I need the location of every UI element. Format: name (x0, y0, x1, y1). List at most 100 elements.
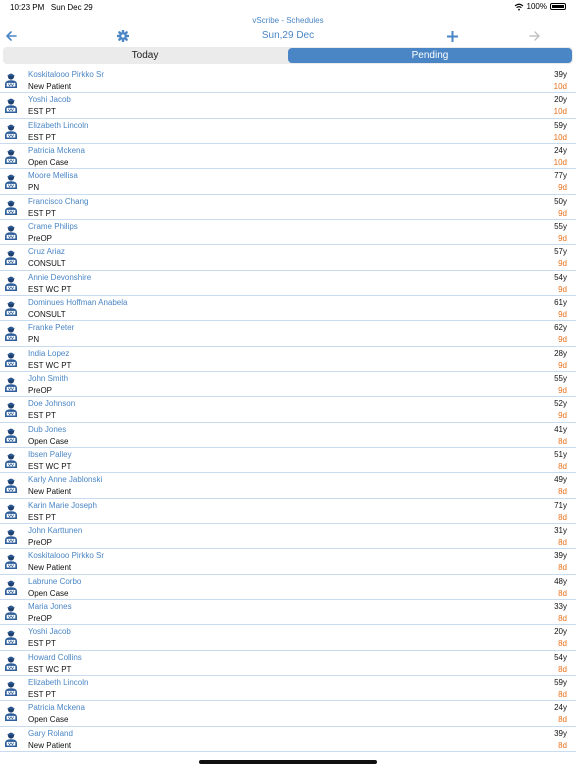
patient-avatar-icon (4, 428, 18, 443)
patient-row[interactable]: Ibsen Palley EST WC PT 51y 8d (0, 448, 576, 474)
patient-row[interactable]: Doe Johnson EST PT 52y 9d (0, 397, 576, 423)
gear-icon (117, 30, 129, 42)
patient-age: 57y (554, 247, 567, 257)
patient-age: 24y (554, 145, 567, 155)
days-pending: 8d (558, 689, 567, 699)
status-bar: 10:23 PM Sun Dec 29 100% (0, 0, 576, 14)
visit-type: PN (28, 335, 40, 345)
patient-row[interactable]: Yoshi Jacob EST PT 20y 10d (0, 93, 576, 119)
visit-type: EST WC PT (28, 284, 72, 294)
visit-type: New Patient (28, 740, 72, 750)
days-pending: 8d (558, 715, 567, 725)
patient-row[interactable]: Cruz Ariaz CONSULT 57y 9d (0, 245, 576, 271)
patient-age: 61y (554, 297, 567, 307)
patient-name: Doe Johnson (28, 399, 76, 409)
days-pending: 8d (558, 461, 567, 471)
visit-type: EST PT (28, 689, 56, 699)
days-pending: 8d (558, 537, 567, 547)
patient-name: Crame Philips (28, 221, 78, 231)
patient-age: 39y (554, 728, 567, 738)
visit-type: Open Case (28, 588, 69, 598)
back-button[interactable] (0, 26, 22, 46)
battery-percent: 100% (526, 2, 547, 11)
patient-row[interactable]: Gary Roland New Patient 39y 8d (0, 727, 576, 752)
patient-avatar-icon (4, 554, 18, 570)
patient-row[interactable]: Howard Collins EST WC PT 54y 8d (0, 651, 576, 676)
days-pending: 9d (558, 183, 567, 193)
patient-age: 24y (554, 703, 567, 713)
patient-row[interactable]: Karin Marie Joseph EST PT 71y 8d (0, 499, 576, 524)
arrow-right-icon (529, 31, 540, 41)
patient-age: 41y (554, 424, 567, 434)
patient-row[interactable]: India Lopez EST WC PT 28y 9d (0, 347, 576, 372)
tab-pending[interactable]: Pending (288, 48, 572, 63)
patient-row[interactable]: Koskitalooo Pirkko Sr New Patient 39y 8d (0, 549, 576, 575)
days-pending: 10d (553, 107, 567, 117)
patient-row[interactable]: Yoshi Jacob EST PT 20y 8d (0, 625, 576, 651)
nav-bar: Sun,29 Dec (0, 26, 576, 46)
patient-row[interactable]: Elizabeth Lincoln EST PT 59y 10d (0, 119, 576, 144)
patient-name: Franke Peter (28, 323, 75, 333)
schedule-date: Sun,29 Dec (261, 30, 315, 41)
days-pending: 8d (558, 588, 567, 598)
visit-type: EST WC PT (28, 360, 72, 370)
patient-age: 28y (554, 348, 567, 358)
patient-row[interactable]: John Karttunen PreOP 31y 8d (0, 524, 576, 550)
days-pending: 9d (558, 360, 567, 370)
tab-today[interactable]: Today (3, 47, 287, 64)
patient-row[interactable]: Moore Mellisa PN 77y 9d (0, 169, 576, 195)
patient-name: Dub Jones (28, 424, 67, 434)
patient-avatar-icon (4, 98, 18, 114)
patient-row[interactable]: Labrune Corbo Open Case 48y 8d (0, 575, 576, 600)
patient-row[interactable]: Francisco Chang EST PT 50y 9d (0, 195, 576, 220)
patient-name: Yoshi Jacob (28, 95, 71, 105)
patient-name: Elizabeth Lincoln (28, 120, 89, 130)
forward-button[interactable] (524, 26, 546, 46)
patient-age: 39y (554, 551, 567, 561)
visit-type: CONSULT (28, 309, 66, 319)
patient-row[interactable]: Dub Jones Open Case 41y 8d (0, 423, 576, 448)
patient-name: Labrune Corbo (28, 576, 82, 586)
patient-row[interactable]: Elizabeth Lincoln EST PT 59y 8d (0, 676, 576, 702)
patient-age: 54y (554, 652, 567, 662)
patient-name: Dominues Hoffman Anabela (28, 297, 128, 307)
patient-avatar-icon (4, 504, 18, 519)
days-pending: 9d (558, 309, 567, 319)
patient-list: Koskitalooo Pirkko Sr New Patient 39y 10d Yo… (0, 68, 576, 752)
visit-type: EST PT (28, 132, 56, 142)
patient-name: Karin Marie Joseph (28, 500, 97, 510)
patient-name: India Lopez (28, 348, 70, 358)
days-pending: 10d (553, 132, 567, 142)
patient-row[interactable]: Maria Jones PreOP 33y 8d (0, 600, 576, 626)
settings-button[interactable] (113, 26, 133, 46)
patient-age: 31y (554, 525, 567, 535)
visit-type: PreOP (28, 537, 53, 547)
patient-row[interactable]: John Smith PreOP 55y 9d (0, 372, 576, 398)
visit-type: Open Case (28, 157, 69, 167)
patient-row[interactable]: Crame Philips PreOP 55y 9d (0, 220, 576, 246)
patient-avatar-icon (4, 326, 18, 342)
home-indicator[interactable] (199, 760, 377, 764)
add-button[interactable] (442, 26, 462, 46)
patient-name: Ibsen Palley (28, 449, 72, 459)
visit-type: CONSULT (28, 259, 66, 269)
patient-row[interactable]: Franke Peter PN 62y 9d (0, 321, 576, 347)
patient-row[interactable]: Koskitalooo Pirkko Sr New Patient 39y 10d (0, 68, 576, 94)
patient-row[interactable]: Patricia Mckena Open Case 24y 10d (0, 144, 576, 170)
patient-row[interactable]: Annie Devonshire EST WC PT 54y 9d (0, 271, 576, 296)
patient-avatar-icon (4, 124, 18, 139)
patient-age: 20y (554, 627, 567, 637)
days-pending: 9d (558, 411, 567, 421)
patient-age: 39y (554, 70, 567, 79)
patient-row[interactable]: Karly Anne Jablonski New Patient 49y 8d (0, 473, 576, 499)
patient-name: Patricia Mckena (28, 703, 85, 713)
patient-avatar-icon (4, 630, 18, 646)
patient-row[interactable]: Patricia Mckena Open Case 24y 8d (0, 701, 576, 727)
patient-name: Francisco Chang (28, 196, 89, 206)
days-pending: 9d (558, 284, 567, 294)
patient-age: 54y (554, 272, 567, 282)
patient-name: John Karttunen (28, 525, 83, 535)
patient-age: 71y (554, 500, 567, 510)
patient-row[interactable]: Dominues Hoffman Anabela CONSULT 61y 9d (0, 296, 576, 322)
patient-avatar-icon (4, 225, 18, 240)
